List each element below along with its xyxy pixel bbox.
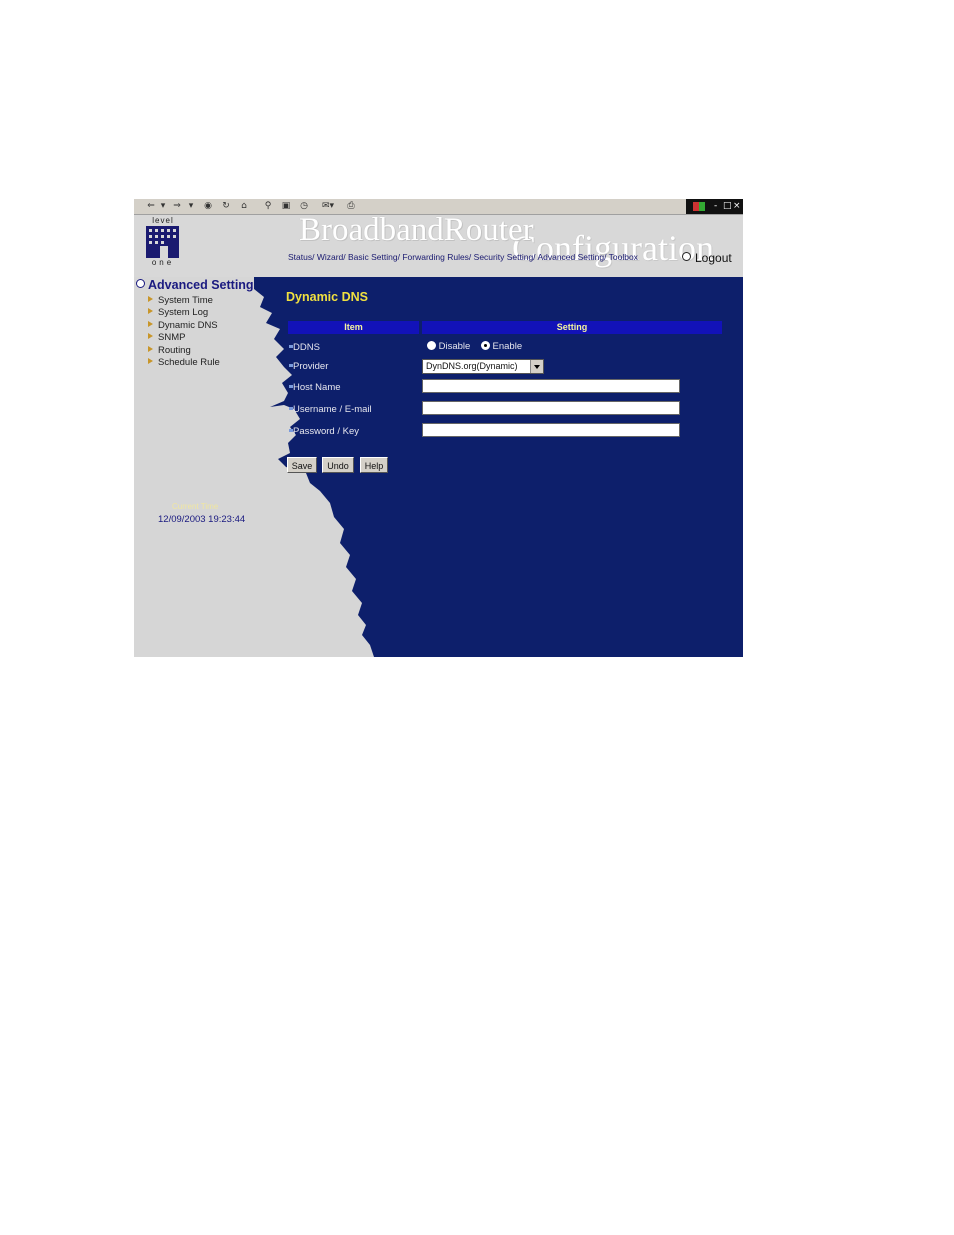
row-label-ddns: DDNS (293, 342, 320, 353)
favorites-icon[interactable]: ▣ (280, 200, 292, 212)
print-icon[interactable]: ⎙ (344, 200, 358, 212)
stop-icon[interactable]: ◉ (202, 200, 214, 212)
page-header: level one Configuration BroadbandRouter … (134, 212, 743, 277)
save-button[interactable]: Save (287, 457, 317, 473)
ddns-enable-radio[interactable] (480, 341, 490, 350)
sidebar-item-system-time[interactable]: System Time (148, 295, 213, 306)
row-label-provider: Provider (293, 361, 329, 372)
undo-button[interactable]: Undo (322, 457, 354, 473)
logout-link[interactable]: Logout (682, 249, 732, 267)
arrow-icon (148, 296, 153, 302)
browser-screenshot: ⇐ ▾ ⇒ ▾ ◉ ↻ ⌂ ⚲ ▣ ◷ ✉▾ ⎙ - □ × level one… (134, 199, 743, 657)
back-dropdown-icon[interactable]: ▾ (160, 200, 166, 212)
provider-select-value[interactable]: DynDNS.org(Dynamic) (423, 361, 518, 371)
close-button[interactable]: × (733, 201, 741, 211)
arrow-icon (148, 321, 153, 327)
sidebar-heading[interactable]: Advanced Setting (136, 278, 254, 292)
sidebar-item-label[interactable]: SNMP (158, 332, 185, 343)
arrow-icon (148, 333, 153, 339)
search-icon[interactable]: ⚲ (262, 200, 274, 212)
row-label-username: Username / E-mail (293, 404, 372, 415)
sidebar-item-label[interactable]: System Time (158, 295, 213, 306)
arrow-icon (148, 346, 153, 352)
host-name-input[interactable] (422, 379, 680, 393)
sidebar-item-label[interactable]: Dynamic DNS (158, 320, 218, 331)
table-header-item: Item (288, 321, 419, 334)
levelone-logo: level one (145, 217, 181, 267)
arrow-icon (148, 358, 153, 364)
radio-circle-icon (136, 279, 145, 288)
logout-label[interactable]: Logout (695, 251, 732, 265)
page-title: Dynamic DNS (286, 290, 368, 304)
table-header-setting: Setting (422, 321, 722, 334)
minimize-button[interactable]: - (714, 201, 717, 211)
sidebar-item-label[interactable]: System Log (158, 307, 208, 318)
chevron-down-icon[interactable] (530, 360, 543, 373)
sidebar-item-dynamic-dns[interactable]: Dynamic DNS (148, 320, 218, 331)
window-controls: - □ × (686, 199, 743, 214)
ddns-disable-label[interactable]: Disable (439, 341, 471, 352)
current-time-label: Current Time (172, 502, 219, 511)
ddns-enable-label[interactable]: Enable (493, 341, 523, 352)
provider-select[interactable]: DynDNS.org(Dynamic) (422, 359, 544, 374)
forward-icon[interactable]: ⇒ (172, 200, 182, 212)
ddns-disable-radio[interactable] (427, 341, 436, 350)
sidebar-item-snmp[interactable]: SNMP (148, 332, 185, 343)
logo-grid-icon (146, 226, 179, 258)
row-label-host-name: Host Name (293, 382, 341, 393)
sidebar-heading-label[interactable]: Advanced Setting (148, 278, 254, 292)
logo-text-bottom: one (151, 258, 175, 267)
back-icon[interactable]: ⇐ (146, 200, 156, 212)
header-watermark-broadbandrouter: BroadbandRouter (299, 212, 534, 248)
top-navigation[interactable]: Status/ Wizard/ Basic Setting/ Forwardin… (288, 252, 638, 262)
sidebar-item-schedule-rule[interactable]: Schedule Rule (148, 357, 220, 368)
history-icon[interactable]: ◷ (298, 200, 310, 212)
help-button[interactable]: Help (360, 457, 388, 473)
mail-icon[interactable]: ✉▾ (320, 200, 336, 212)
username-input[interactable] (422, 401, 680, 415)
logout-radio-icon (682, 252, 691, 261)
arrow-icon (148, 308, 153, 314)
forward-dropdown-icon[interactable]: ▾ (188, 200, 194, 212)
password-input[interactable] (422, 423, 680, 437)
current-time-value: 12/09/2003 19:23:44 (158, 514, 246, 525)
windows-flag-icon (693, 202, 705, 211)
sidebar-item-label[interactable]: Routing (158, 345, 191, 356)
ddns-radio-group: Disable Enable (427, 341, 522, 352)
maximize-button[interactable]: □ (723, 201, 732, 211)
home-icon[interactable]: ⌂ (238, 200, 250, 212)
sidebar-item-routing[interactable]: Routing (148, 345, 191, 356)
sidebar-item-label[interactable]: Schedule Rule (158, 357, 220, 368)
refresh-icon[interactable]: ↻ (220, 200, 232, 212)
logo-text-top: level (152, 216, 174, 225)
sidebar-item-system-log[interactable]: System Log (148, 307, 208, 318)
row-label-password: Password / Key (293, 426, 359, 437)
